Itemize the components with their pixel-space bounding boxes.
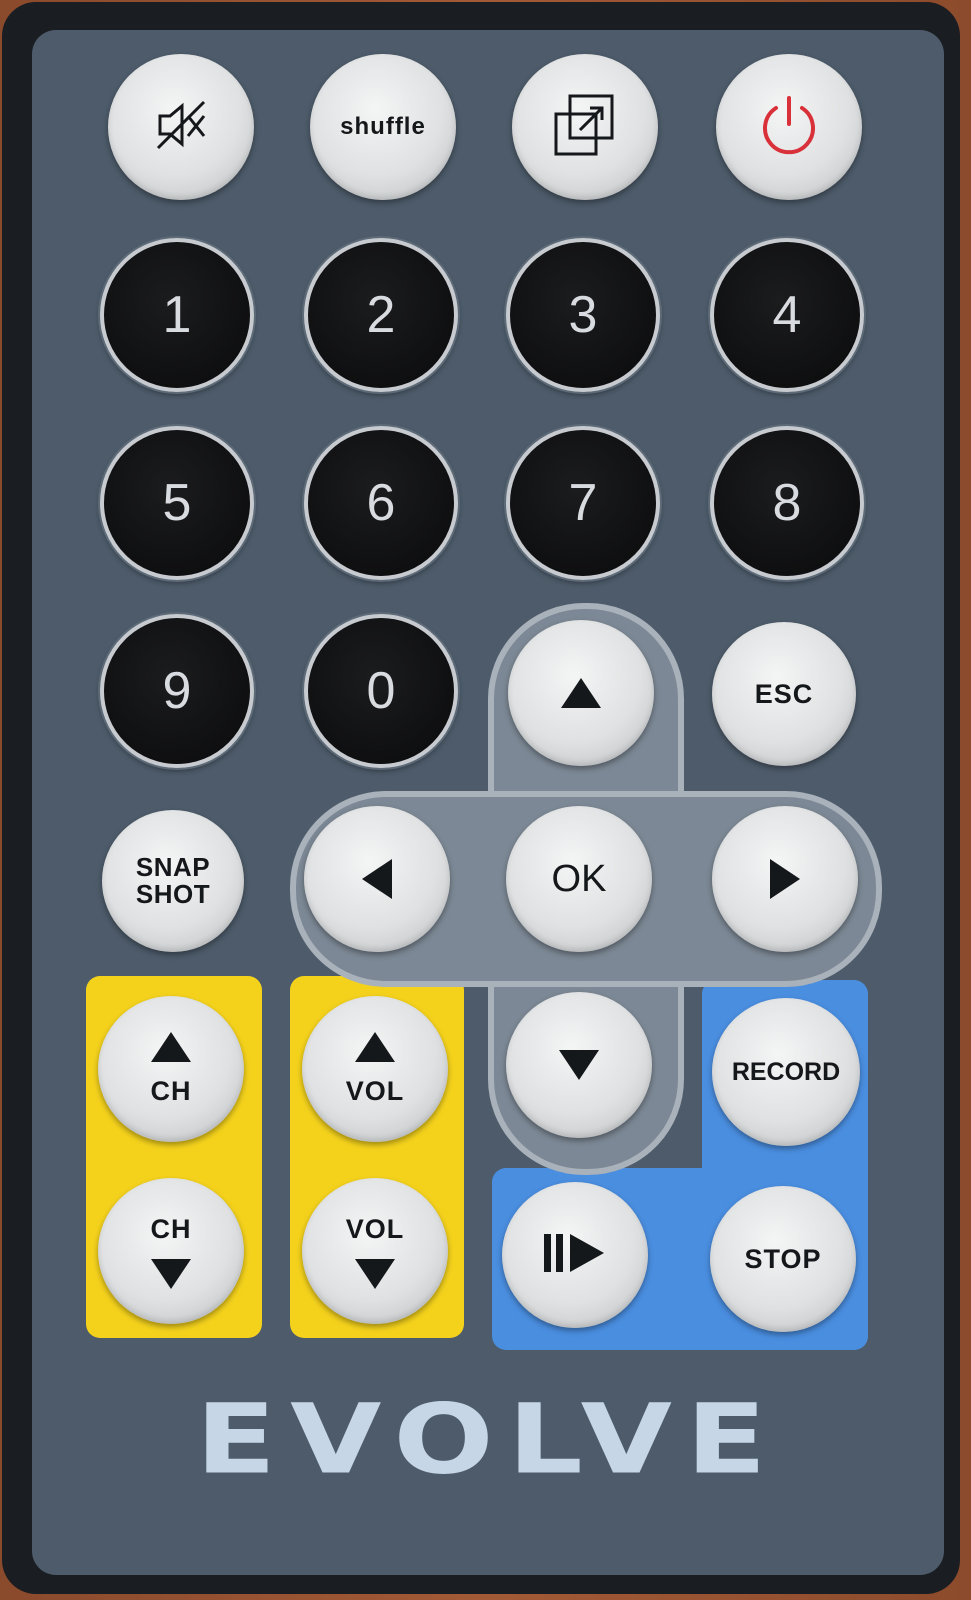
esc-label: ESC (754, 678, 814, 709)
digit-label: 7 (568, 474, 598, 532)
ok-button[interactable]: OK (506, 806, 652, 952)
channel-up-button[interactable]: CH (98, 996, 244, 1142)
arrow-up-icon (354, 1031, 395, 1062)
stop-label: STOP (744, 1243, 822, 1274)
remote-body: shuffle 1 2 3 4 5 6 7 8 9 0 ESC SNAP SHO… (2, 2, 960, 1594)
stop-button[interactable]: STOP (710, 1186, 856, 1332)
shuffle-label: shuffle (340, 113, 426, 140)
right-button[interactable] (712, 806, 858, 952)
digit-label: 5 (162, 474, 192, 532)
digit-6-button[interactable]: 6 (304, 426, 458, 580)
arrow-up-icon (561, 678, 601, 708)
resize-window-icon (550, 90, 620, 165)
arrow-down-icon (151, 1258, 191, 1289)
digit-label: 8 (772, 474, 802, 532)
remote-face: shuffle 1 2 3 4 5 6 7 8 9 0 ESC SNAP SHO… (32, 30, 944, 1575)
digit-2-button[interactable]: 2 (304, 238, 458, 392)
digit-9-button[interactable]: 9 (100, 614, 254, 768)
snapshot-button[interactable]: SNAP SHOT (102, 810, 244, 952)
channel-label: CH (150, 1075, 192, 1106)
channel-down-content: CH (151, 1214, 192, 1289)
digit-label: 9 (162, 662, 192, 720)
volume-down-content: VOL (346, 1214, 405, 1289)
play-pause-icon (540, 1228, 610, 1283)
brand-logo: EVOLVE (195, 1382, 781, 1496)
up-button[interactable] (508, 620, 654, 766)
esc-button[interactable]: ESC (712, 622, 856, 766)
power-icon (754, 90, 824, 165)
digit-0-button[interactable]: 0 (304, 614, 458, 768)
arrow-down-icon (559, 1050, 599, 1080)
digit-label: 1 (162, 286, 192, 344)
snapshot-label-line1: SNAP (135, 852, 211, 882)
arrow-left-icon (362, 859, 392, 899)
volume-label: VOL (345, 1213, 405, 1244)
arrow-right-icon (770, 859, 800, 899)
digit-label: 0 (366, 662, 396, 720)
digit-4-button[interactable]: 4 (710, 238, 864, 392)
volume-label: VOL (345, 1075, 405, 1106)
digit-7-button[interactable]: 7 (506, 426, 660, 580)
mute-button[interactable] (108, 54, 254, 200)
left-button[interactable] (304, 806, 450, 952)
digit-label: 2 (366, 286, 396, 344)
digit-label: 6 (366, 474, 396, 532)
power-button[interactable] (716, 54, 862, 200)
digit-8-button[interactable]: 8 (710, 426, 864, 580)
volume-down-button[interactable]: VOL (302, 1178, 448, 1324)
channel-up-content: CH (150, 1031, 192, 1107)
snapshot-label-line2: SHOT (135, 879, 211, 909)
volume-up-button[interactable]: VOL (302, 996, 448, 1142)
arrow-up-icon (151, 1031, 191, 1062)
resize-window-button[interactable] (512, 54, 658, 200)
record-label: RECORD (731, 1057, 841, 1086)
play-pause-button[interactable] (502, 1182, 648, 1328)
arrow-down-icon (354, 1258, 395, 1289)
digit-label: 3 (568, 286, 598, 344)
digit-3-button[interactable]: 3 (506, 238, 660, 392)
channel-label: CH (150, 1213, 192, 1244)
channel-down-button[interactable]: CH (98, 1178, 244, 1324)
record-button[interactable]: RECORD (712, 998, 860, 1146)
digit-label: 4 (772, 286, 802, 344)
digit-1-button[interactable]: 1 (100, 238, 254, 392)
shuffle-button[interactable]: shuffle (310, 54, 456, 200)
mute-icon (150, 94, 212, 161)
ok-label: OK (551, 857, 607, 900)
digit-5-button[interactable]: 5 (100, 426, 254, 580)
volume-up-content: VOL (345, 1031, 405, 1107)
snapshot-label: SNAP SHOT (136, 854, 210, 908)
down-button[interactable] (506, 992, 652, 1138)
